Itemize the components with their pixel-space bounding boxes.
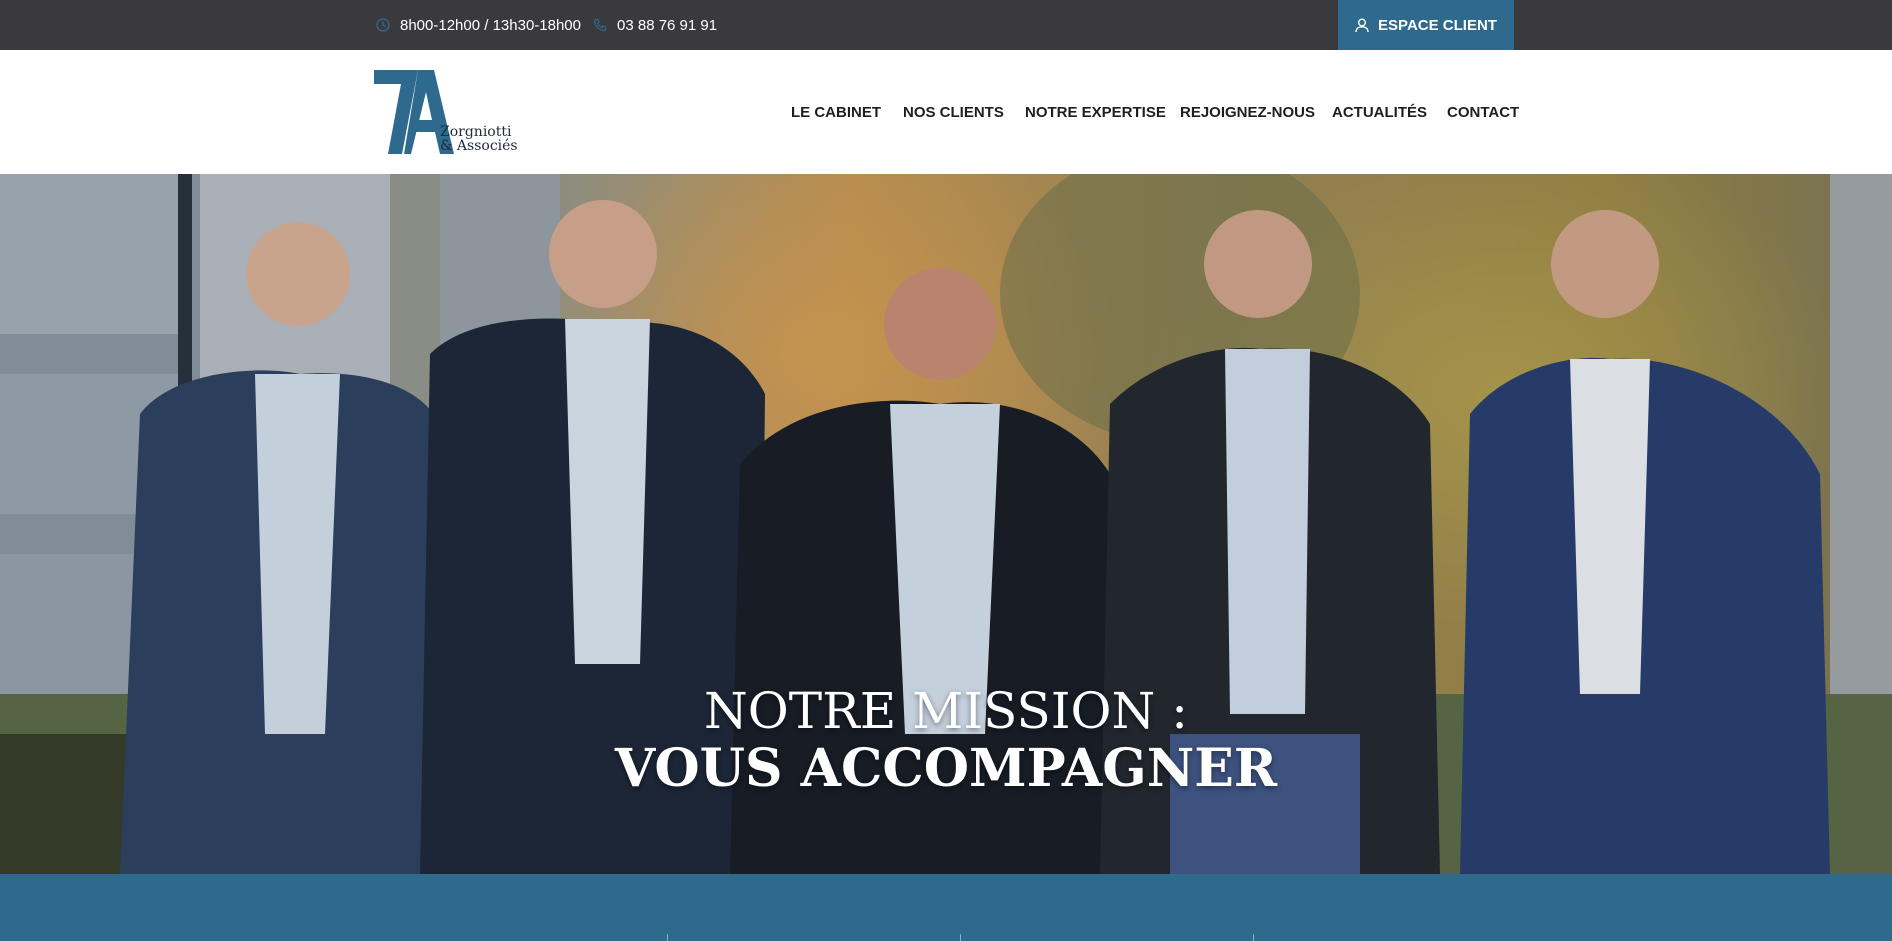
clock-icon: [376, 18, 390, 32]
nav-item-actualites[interactable]: ACTUALITÉS: [1332, 50, 1427, 174]
svg-text:7A: 7A: [374, 68, 376, 69]
nav-item-nos-clients[interactable]: NOS CLIENTS: [903, 50, 1004, 174]
phone-number[interactable]: 03 88 76 91 91: [593, 0, 717, 50]
band-divider: [1253, 934, 1254, 941]
top-bar: 8h00-12h00 / 13h30-18h00 03 88 76 91 91 …: [0, 0, 1892, 50]
phone-number-text: 03 88 76 91 91: [617, 16, 718, 34]
hero-banner: NOTRE MISSION : VOUS ACCOMPAGNER: [0, 174, 1892, 874]
logo[interactable]: 7A Zorgniotti & Associés: [374, 68, 534, 160]
nav-item-le-cabinet[interactable]: LE CABINET: [791, 50, 881, 174]
nav-item-contact[interactable]: CONTACT: [1447, 50, 1519, 174]
opening-hours: 8h00-12h00 / 13h30-18h00: [376, 0, 581, 50]
espace-client-button[interactable]: ESPACE CLIENT: [1338, 0, 1514, 50]
espace-client-label: ESPACE CLIENT: [1378, 16, 1497, 34]
user-icon: [1355, 18, 1369, 32]
logo-name-line2: & Associés: [440, 138, 518, 154]
hero-title-line1: NOTRE MISSION :: [704, 682, 1188, 740]
logo-company-name: Zorgniotti & Associés: [440, 125, 518, 153]
band-divider: [667, 934, 668, 941]
phone-icon: [593, 18, 607, 32]
logo-name-line1: Zorgniotti: [440, 124, 512, 140]
nav-item-notre-expertise[interactable]: NOTRE EXPERTISE: [1025, 50, 1166, 174]
opening-hours-text: 8h00-12h00 / 13h30-18h00: [400, 16, 581, 34]
hero-title-line2: VOUS ACCOMPAGNER: [614, 738, 1278, 799]
band-divider: [960, 934, 961, 941]
bottom-band: [0, 874, 1892, 941]
nav-item-rejoignez-nous[interactable]: REJOIGNEZ-NOUS: [1180, 50, 1315, 174]
